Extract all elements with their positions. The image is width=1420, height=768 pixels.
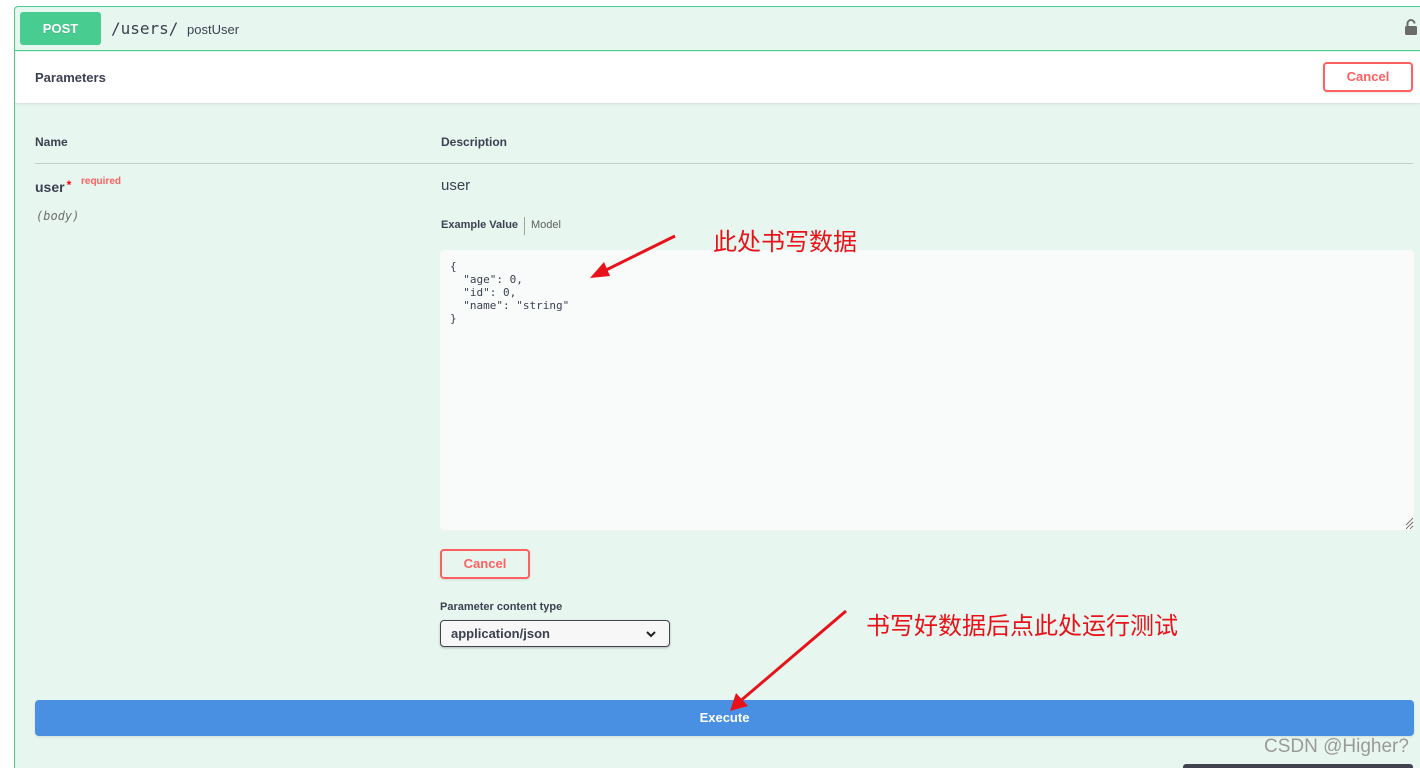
- cancel-try-out-button[interactable]: Cancel: [1323, 62, 1413, 92]
- request-body-textarea[interactable]: { "age": 0, "id": 0, "name": "string" }: [440, 250, 1414, 530]
- execute-button[interactable]: Execute: [35, 700, 1414, 736]
- bottom-toolbar-edge: [1183, 764, 1413, 768]
- operation-id: postUser: [187, 22, 240, 37]
- operation-summary[interactable]: POST /users/ postUser: [15, 7, 1420, 51]
- tab-divider: [524, 217, 525, 235]
- parameter-description: user: [441, 177, 471, 194]
- parameter-name: user *: [35, 178, 71, 195]
- chevron-down-icon: [646, 631, 656, 638]
- column-header-name: Name: [35, 135, 68, 149]
- content-type-label: Parameter content type: [440, 601, 563, 613]
- column-header-description: Description: [441, 135, 508, 149]
- method-badge: POST: [20, 12, 101, 45]
- cancel-button[interactable]: Cancel: [440, 549, 530, 579]
- content-type-value: application/json: [451, 626, 550, 641]
- parameters-title: Parameters: [35, 70, 106, 85]
- required-label: required: [81, 176, 122, 187]
- lock-icon[interactable]: [1404, 18, 1418, 36]
- annotation-write-data: 此处书写数据: [713, 228, 857, 256]
- content-type-select[interactable]: application/json: [440, 620, 670, 647]
- tab-model[interactable]: Model: [531, 219, 561, 231]
- resize-handle-icon[interactable]: [1405, 517, 1414, 526]
- required-star: *: [66, 178, 72, 192]
- parameters-header: Parameters Cancel: [15, 52, 1420, 103]
- header-divider: [35, 163, 1413, 164]
- parameter-location: (body): [36, 209, 80, 223]
- operation-block-post-users: POST /users/ postUser Parameters Cancel …: [14, 6, 1420, 768]
- operation-path: /users/: [111, 19, 179, 38]
- watermark: CSDN @Higher?: [1264, 736, 1409, 757]
- annotation-click-execute: 书写好数据后点此处运行测试: [866, 612, 1178, 640]
- parameter-name-text: user: [35, 179, 65, 195]
- tab-example-value[interactable]: Example Value: [441, 219, 518, 231]
